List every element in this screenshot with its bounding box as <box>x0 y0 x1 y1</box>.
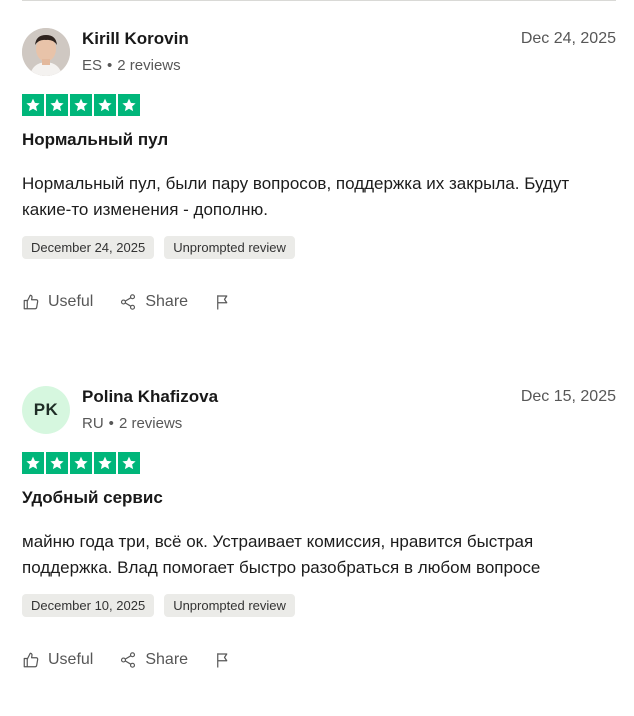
review-actions: Useful Share <box>22 651 232 669</box>
star-rating <box>22 452 140 474</box>
meta-separator: • <box>108 415 114 432</box>
report-button[interactable] <box>214 651 232 669</box>
share-icon <box>121 294 136 310</box>
useful-label: Useful <box>48 293 94 310</box>
share-label: Share <box>145 651 189 668</box>
star-rating <box>22 94 140 116</box>
review-card: Kirill Korovin ES • 2 reviews Dec 24, 2025… <box>22 28 616 358</box>
star-icon <box>94 452 116 474</box>
star-icon <box>70 94 92 116</box>
star-icon <box>94 94 116 116</box>
review-date: Dec 15, 2025 <box>520 388 616 405</box>
useful-button[interactable]: Useful <box>22 651 93 669</box>
avatar[interactable] <box>22 28 70 76</box>
star-icon <box>22 94 44 116</box>
thumbs-up-icon <box>23 652 39 668</box>
reviewer-meta: RU • 2 reviews <box>82 415 182 432</box>
reviewer-review-count: 2 reviews <box>118 415 183 432</box>
review-tags: December 10, 2025 Unprompted review <box>22 594 295 617</box>
share-button[interactable]: Share <box>119 651 188 669</box>
review-actions: Useful Share <box>22 293 232 311</box>
flag-icon <box>217 295 228 310</box>
reviewer-country: RU <box>82 415 104 432</box>
reviewer-review-count: 2 reviews <box>117 57 181 74</box>
star-icon <box>46 452 68 474</box>
share-button[interactable]: Share <box>119 293 188 311</box>
review-title[interactable]: Удобный сервис <box>22 488 163 508</box>
meta-separator: • <box>107 57 113 74</box>
star-icon <box>22 452 44 474</box>
star-icon <box>118 452 140 474</box>
experience-date-tag: December 24, 2025 <box>22 236 155 259</box>
review-date: Dec 24, 2025 <box>520 30 616 47</box>
experience-date-tag: December 10, 2025 <box>22 594 155 617</box>
user-photo-icon <box>22 28 70 76</box>
flag-icon <box>217 653 228 668</box>
star-icon <box>118 94 140 116</box>
reviewer-country: ES <box>82 57 103 74</box>
useful-button[interactable]: Useful <box>22 293 93 311</box>
share-icon <box>121 652 136 668</box>
useful-label: Useful <box>48 651 94 668</box>
review-title[interactable]: Нормальный пул <box>22 130 168 150</box>
star-icon <box>46 94 68 116</box>
reviewer-name[interactable]: Polina Khafizova <box>82 387 218 407</box>
reviewer-name[interactable]: Kirill Korovin <box>82 29 189 49</box>
avatar[interactable]: PK <box>22 386 70 434</box>
reviewer-meta: ES • 2 reviews <box>82 57 181 74</box>
review-body: майню года три, всё ок. Устраивает комис… <box>22 532 541 577</box>
review-card: PK Polina Khafizova RU • 2 reviews Dec 15,… <box>22 386 616 716</box>
thumbs-up-icon <box>23 294 39 310</box>
star-icon <box>70 452 92 474</box>
unprompted-review-tag[interactable]: Unprompted review <box>164 594 295 617</box>
unprompted-review-tag[interactable]: Unprompted review <box>164 236 295 259</box>
review-tags: December 24, 2025 Unprompted review <box>22 236 295 259</box>
review-body: Нормальный пул, были пару вопросов, подд… <box>22 174 570 219</box>
top-divider <box>22 0 616 1</box>
report-button[interactable] <box>214 293 232 311</box>
share-label: Share <box>145 293 189 310</box>
